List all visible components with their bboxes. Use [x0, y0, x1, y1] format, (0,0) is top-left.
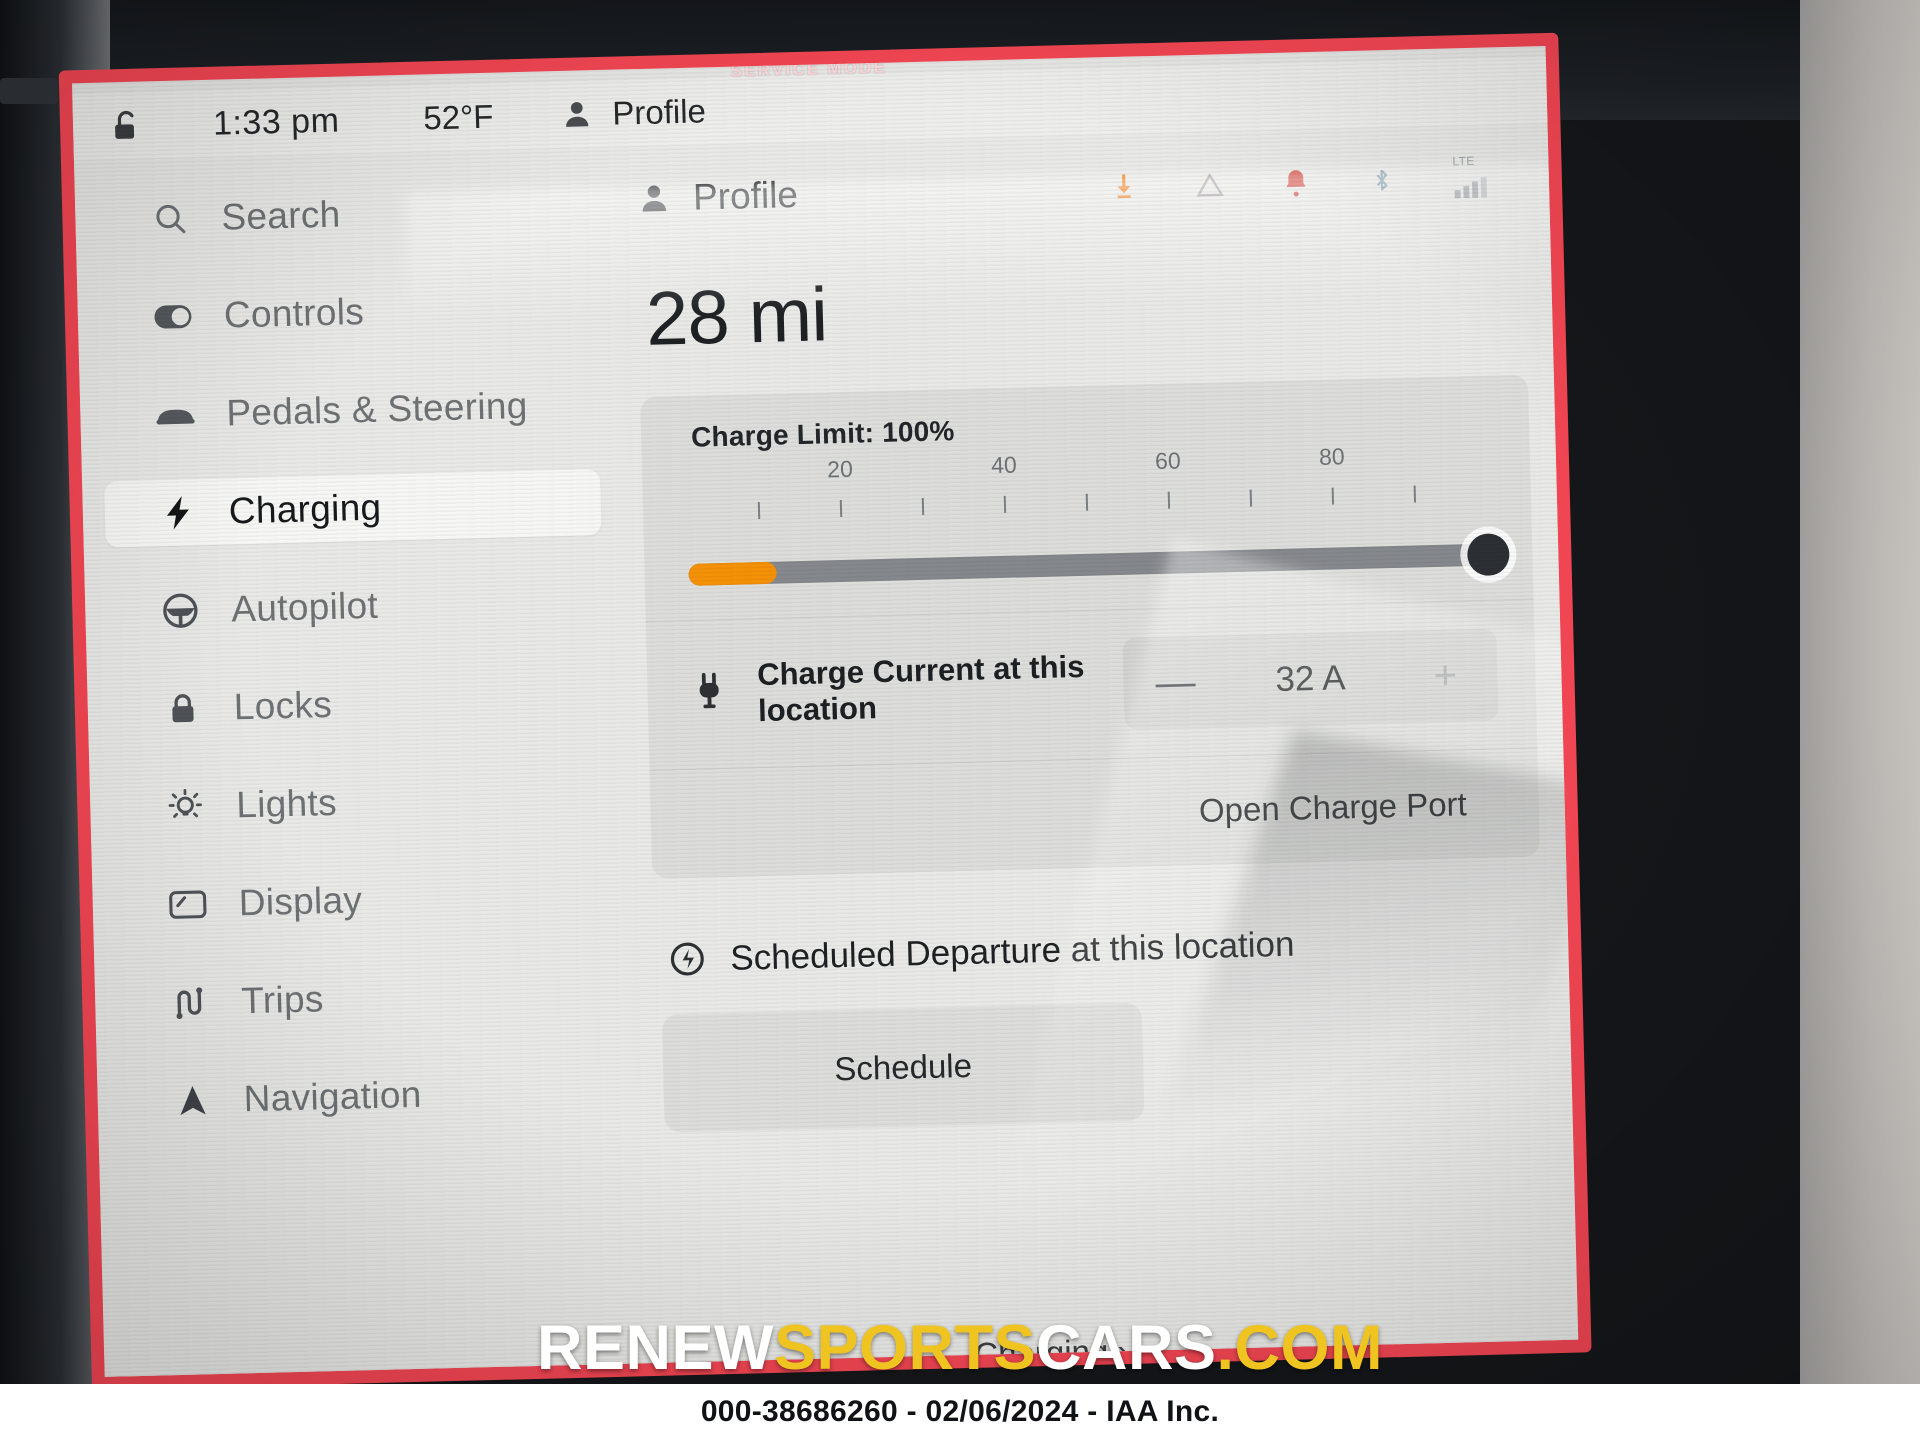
lot-info-bar: 000-38686260 - 02/06/2024 - IAA Inc. — [0, 1384, 1920, 1440]
bezel-tab — [0, 78, 58, 104]
padlock-icon — [161, 687, 204, 730]
battery-level-fill — [688, 561, 777, 586]
tesla-ui-root: 1:33 pm 52°F Profile Search Controls Ped… — [72, 57, 1579, 1390]
tick-label: 60 — [1154, 447, 1182, 475]
cellular-signal-icon[interactable]: LTE — [1450, 153, 1499, 199]
sidebar-item-label: Controls — [223, 291, 365, 336]
sidebar-item-locks[interactable]: Locks — [109, 665, 607, 744]
clock-time[interactable]: 1:33 pm — [213, 101, 340, 143]
sidebar-item-search[interactable]: Search — [97, 175, 595, 254]
sidebar-item-label: Charging — [228, 486, 382, 532]
slider-track[interactable] — [688, 533, 1510, 586]
charge-settings-card: Charge Limit: 100% 20 40 60 80 Charge Cu… — [640, 374, 1541, 879]
panel-title: Profile — [692, 173, 799, 218]
charge-current-stepper[interactable]: — 32 A + — [1122, 628, 1499, 730]
schedule-button[interactable]: Schedule — [661, 1002, 1145, 1133]
settings-sidebar: Search Controls Pedals & Steering Chargi… — [74, 147, 645, 1390]
clock-icon — [668, 939, 709, 980]
tick-label: 40 — [990, 451, 1018, 479]
schedule-button-label: Schedule — [833, 1046, 973, 1088]
open-charge-port-button[interactable]: Open Charge Port — [1198, 785, 1467, 830]
charge-plug-icon — [695, 671, 732, 718]
charging-panel: Profile LTE 28 mi Charge Limit: 100% 20 … — [614, 123, 1579, 1376]
service-mode-frame: SERVICE MODE 1:33 pm 52°F Profile Search… — [58, 32, 1592, 1391]
display-screen-icon — [166, 883, 209, 926]
sidebar-item-label: Locks — [233, 683, 333, 728]
sidebar-item-display[interactable]: Display — [114, 861, 612, 940]
scheduled-departure-row: Scheduled Departure at this location — [668, 918, 1543, 980]
sidebar-item-controls[interactable]: Controls — [99, 273, 597, 352]
increase-current-button[interactable]: + — [1423, 653, 1468, 699]
status-icon-tray: LTE — [1106, 153, 1523, 208]
sidebar-item-charging[interactable]: Charging — [104, 469, 602, 548]
download-arrow-icon[interactable] — [1106, 168, 1141, 205]
lightbulb-icon — [164, 785, 207, 828]
charge-current-label: Charge Current at this location — [756, 648, 1085, 729]
decrease-current-button[interactable]: — — [1153, 660, 1198, 706]
charge-current-value: 32 A — [1274, 658, 1346, 700]
bluetooth-icon[interactable] — [1364, 162, 1399, 199]
sidebar-item-label: Trips — [240, 978, 325, 1022]
lot-info-text: 000-38686260 - 02/06/2024 - IAA Inc. — [700, 1395, 1220, 1428]
toggle-switch-icon — [151, 295, 194, 338]
battery-range-value: 28 mi — [645, 272, 829, 362]
charging-link[interactable]: Charging › — [974, 1332, 1129, 1374]
person-icon — [635, 179, 674, 218]
sidebar-item-pedals-steering[interactable]: Pedals & Steering — [102, 371, 600, 450]
sidebar-item-trips[interactable]: Trips — [116, 959, 614, 1038]
charge-current-row: Charge Current at this location — 32 A + — [680, 600, 1503, 769]
open-charge-port-row[interactable]: Open Charge Port — [684, 749, 1506, 878]
warning-triangle-icon[interactable] — [1192, 166, 1227, 203]
unlocked-padlock-icon[interactable] — [107, 107, 148, 144]
sidebar-item-autopilot[interactable]: Autopilot — [107, 567, 605, 646]
bell-icon[interactable] — [1278, 164, 1313, 201]
sidebar-item-lights[interactable]: Lights — [112, 763, 610, 842]
navigation-arrow-icon — [171, 1079, 214, 1122]
sidebar-item-label: Lights — [235, 781, 338, 826]
tick-label: 20 — [826, 455, 854, 483]
slider-knob[interactable] — [1466, 533, 1510, 577]
sidebar-item-label: Pedals & Steering — [225, 384, 529, 434]
sidebar-item-label: Autopilot — [230, 584, 379, 630]
photo-of-tesla-touchscreen: SERVICE MODE 1:33 pm 52°F Profile Search… — [0, 0, 1920, 1440]
charge-limit-slider[interactable]: 20 40 60 80 — [676, 439, 1510, 620]
sidebar-item-label: Search — [220, 193, 341, 238]
steering-wheel-icon — [159, 589, 202, 632]
lte-label: LTE — [1452, 153, 1475, 169]
tick-label: 80 — [1318, 443, 1345, 470]
outside-temperature[interactable]: 52°F — [423, 98, 494, 138]
status-bar-profile-label[interactable]: Profile — [612, 92, 706, 132]
scheduled-departure-label: Scheduled Departure at this location — [729, 924, 1295, 978]
panel-header: Profile LTE — [634, 142, 1523, 234]
lightning-bolt-icon — [156, 491, 199, 534]
sidebar-item-navigation[interactable]: Navigation — [119, 1057, 617, 1136]
tesla-screen: SERVICE MODE 1:33 pm 52°F Profile Search… — [58, 25, 1912, 1411]
person-icon[interactable] — [559, 96, 596, 133]
sidebar-item-label: Display — [238, 879, 363, 924]
car-front-icon — [154, 393, 197, 436]
search-icon — [149, 197, 192, 240]
winding-road-icon — [169, 981, 212, 1024]
sidebar-item-label: Navigation — [243, 1073, 423, 1120]
